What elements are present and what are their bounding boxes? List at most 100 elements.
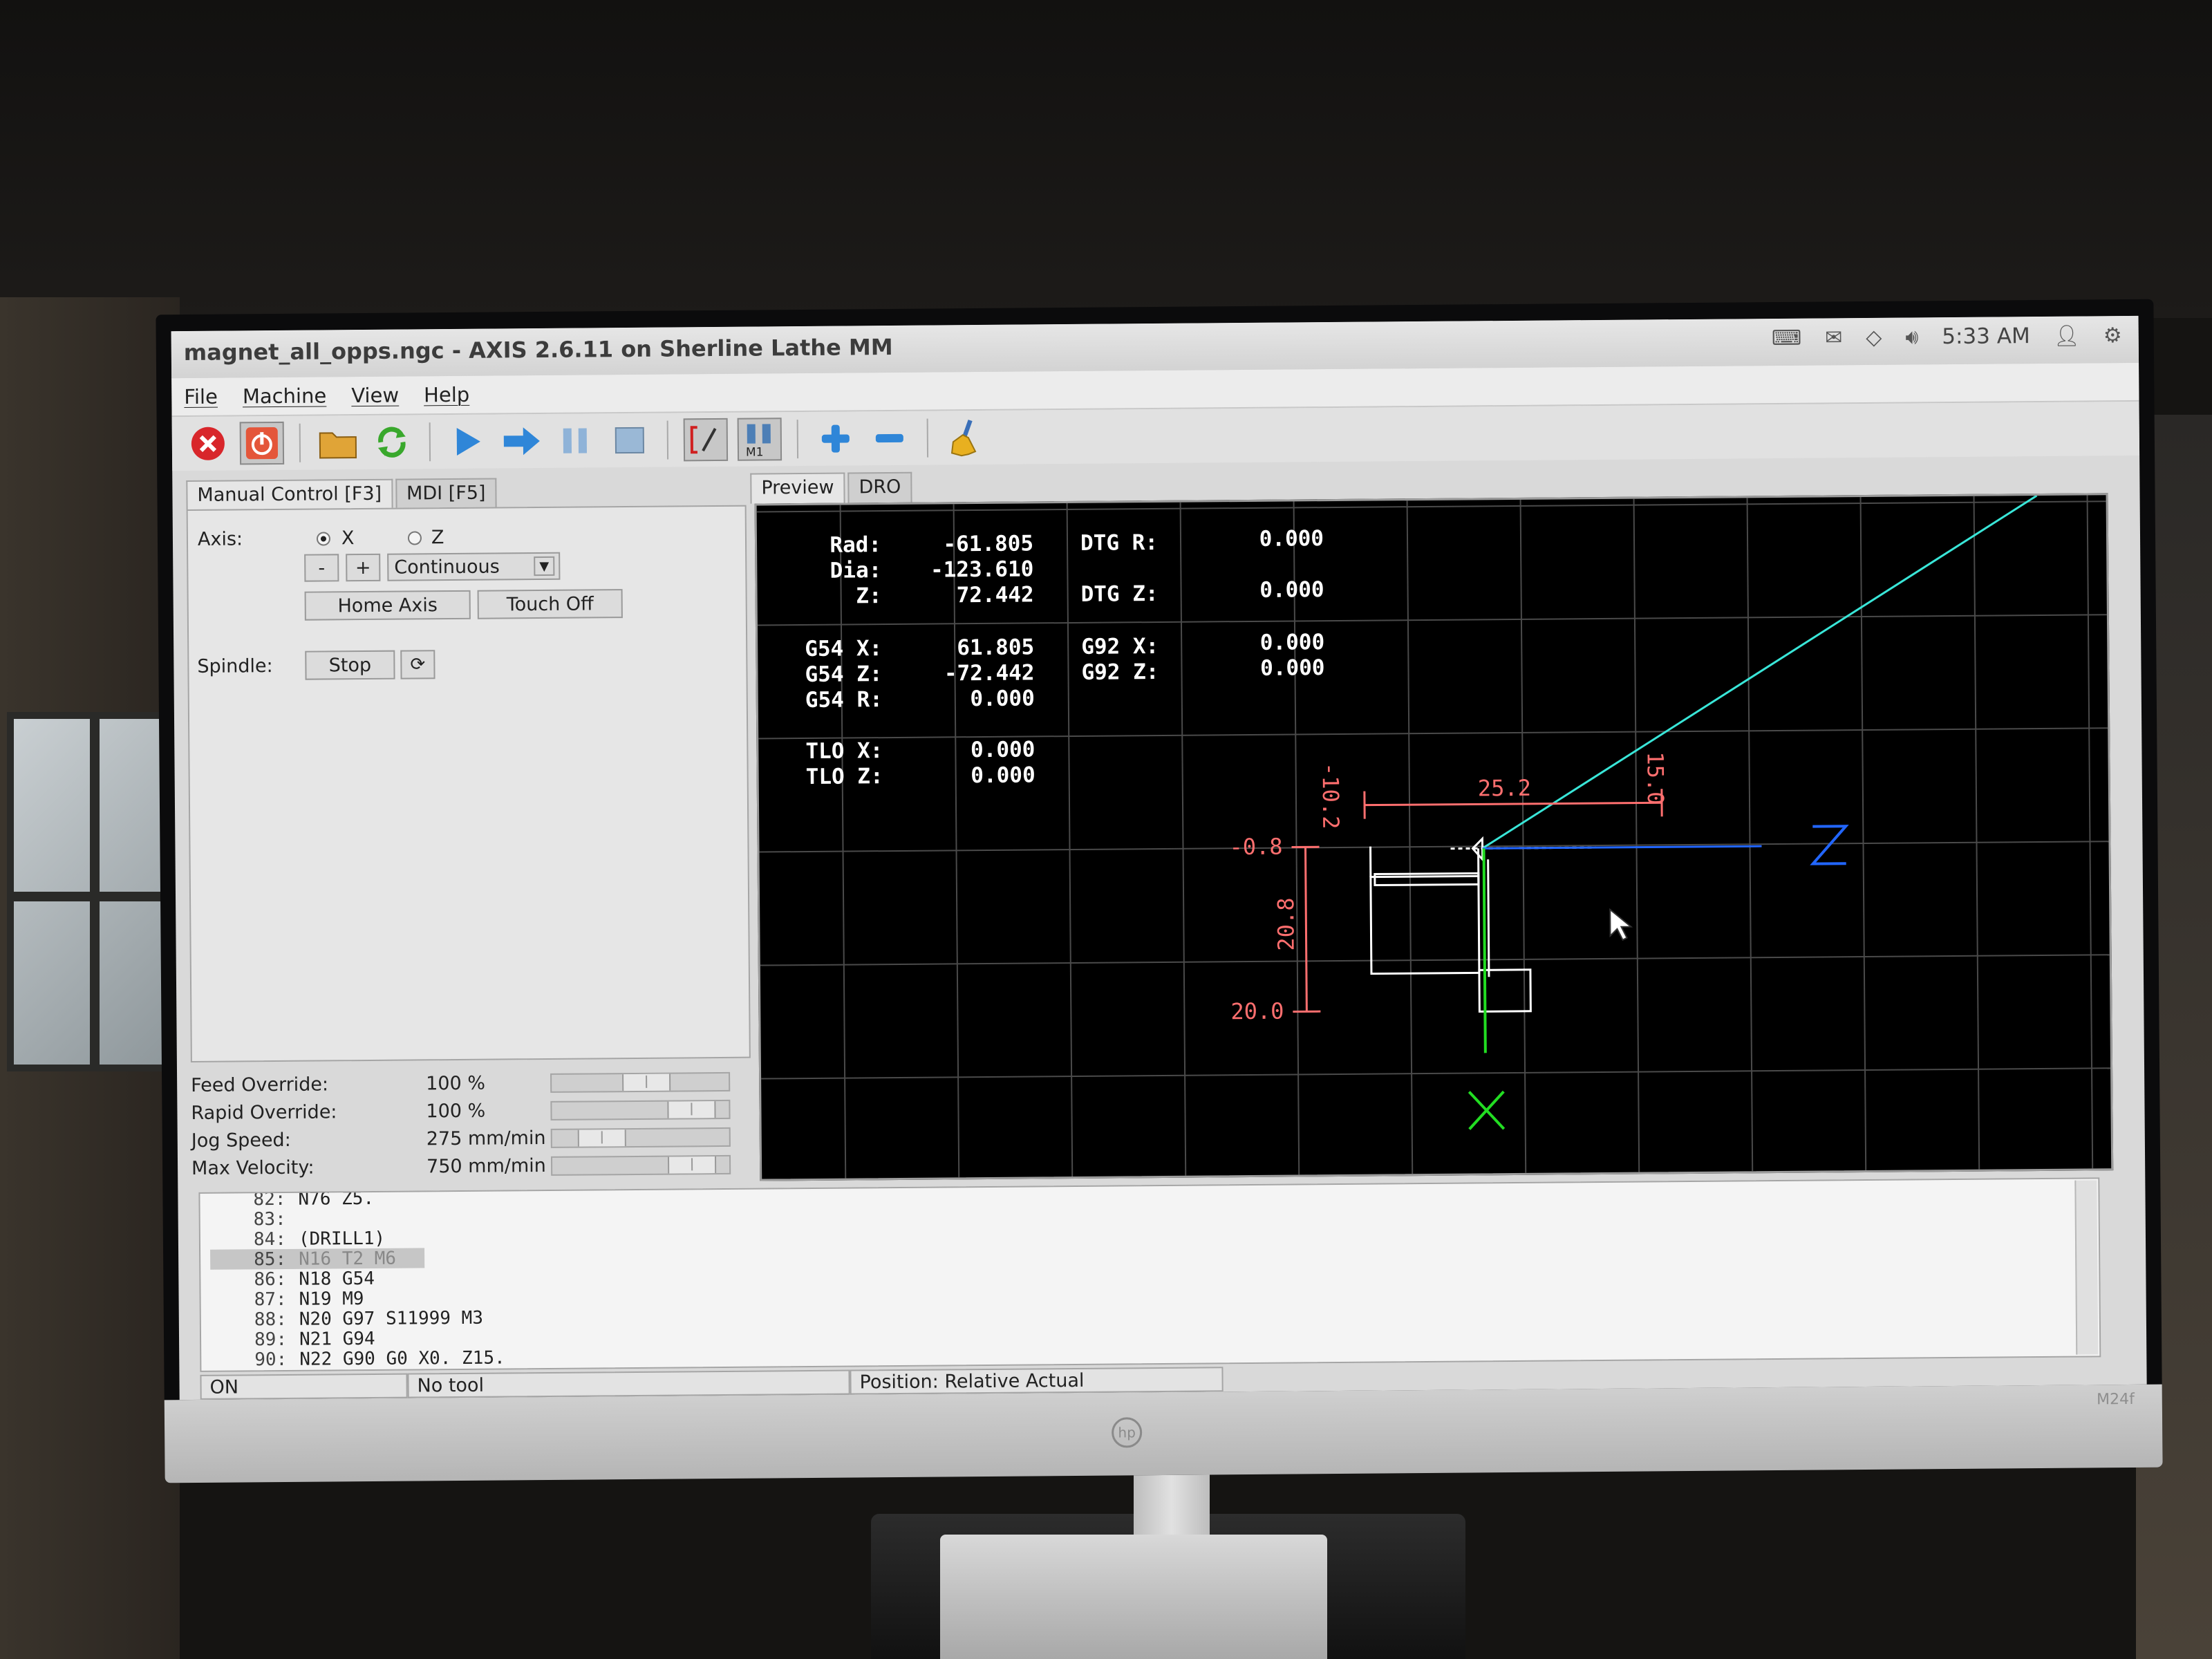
menu-file[interactable]: File — [184, 385, 218, 409]
toolbar-separator — [666, 420, 669, 460]
dim-left-top: -10.2 — [1317, 762, 1344, 830]
part-outline — [1478, 968, 1532, 1013]
manual-control-panel: Axis: X Z - + Continuous ▼ Home Axis Tou… — [186, 505, 751, 1063]
jog-minus-button[interactable]: - — [304, 554, 339, 582]
gcode-line[interactable]: 87: N19 M9 — [210, 1288, 364, 1310]
position-mode: Position: Relative Actual — [850, 1367, 1224, 1395]
dro-g54x: 61.805 — [957, 635, 1035, 661]
touch-off-button[interactable]: Touch Off — [477, 589, 623, 619]
spindle-stop-button[interactable]: Stop — [305, 650, 395, 680]
dro-g92x: 0.000 — [1259, 630, 1325, 655]
max-velocity-row: Max Velocity: 750 mm/min — [191, 1151, 751, 1183]
override-sliders: Feed Override: 100 % Rapid Override: 100… — [191, 1068, 751, 1197]
spindle-brake-toggle[interactable]: ⟳ — [400, 650, 435, 679]
menu-view[interactable]: View — [351, 384, 399, 408]
clear-plot-icon[interactable] — [944, 416, 988, 460]
gcode-line[interactable]: 86: N18 G54 — [210, 1268, 375, 1290]
tab-preview[interactable]: Preview — [750, 472, 845, 504]
menu-help[interactable]: Help — [424, 383, 469, 407]
gcode-scrollbar[interactable] — [2074, 1180, 2099, 1355]
chevron-down-icon: ▼ — [534, 556, 555, 577]
gcode-line[interactable]: 82: N76 Z5. — [209, 1188, 374, 1210]
keyboard-icon[interactable]: ⌨ — [1772, 326, 1802, 350]
monitor-chin: hp M24f — [164, 1384, 2163, 1483]
feed-override-label: Feed Override: — [191, 1074, 329, 1097]
user-icon[interactable]: 👤︎ — [2054, 324, 2080, 348]
gcode-line[interactable]: 84: (DRILL1) — [210, 1228, 385, 1250]
jog-plus-button[interactable]: + — [346, 553, 381, 582]
axis-z-label: Z — [431, 527, 444, 549]
dro-tloz: 0.000 — [971, 762, 1035, 789]
rapid-override-label: Rapid Override: — [191, 1101, 337, 1125]
dro-g54r-label: G54 R: — [805, 687, 883, 713]
feed-override-value: 100 % — [426, 1072, 486, 1095]
rapid-override-slider[interactable] — [550, 1099, 731, 1121]
gcode-listing[interactable]: 82: N76 Z5. 83: 84: (DRILL1) 85: N16 T2 M6 … — [198, 1177, 2101, 1372]
zoom-in-icon[interactable] — [814, 417, 858, 460]
run-icon[interactable] — [446, 420, 490, 464]
feed-override-slider[interactable] — [550, 1071, 731, 1093]
menu-machine[interactable]: Machine — [243, 384, 327, 408]
left-panel: Manual Control [F3] MDI [F5] Axis: X Z -… — [186, 476, 751, 1179]
dro-dtg-r-label: DTG R: — [1080, 530, 1159, 556]
axis-z-radio[interactable] — [407, 531, 422, 545]
max-velocity-slider[interactable] — [550, 1154, 731, 1176]
stop-icon[interactable] — [608, 419, 652, 462]
dim-x-bottom: 20.0 — [1230, 997, 1284, 1025]
dro-g92z-label: G92 Z: — [1081, 659, 1159, 685]
tab-dro[interactable]: DRO — [847, 471, 912, 503]
block-delete-icon[interactable] — [683, 418, 729, 462]
dro-g54x-label: G54 X: — [805, 636, 883, 662]
dim-width: 25.2 — [1477, 774, 1532, 802]
dro-g54z-label: G54 Z: — [805, 662, 883, 688]
step-icon[interactable] — [500, 420, 544, 463]
slider-thumb[interactable] — [622, 1074, 671, 1091]
gcode-line[interactable]: 89: N21 G94 — [211, 1329, 375, 1350]
window-title: magnet_all_opps.ngc - AXIS 2.6.11 on She… — [183, 334, 893, 366]
open-file-icon[interactable] — [316, 421, 360, 465]
clock[interactable]: 5:33 AM — [1942, 324, 2030, 349]
gcode-line[interactable]: 83: — [210, 1209, 299, 1230]
power-icon[interactable] — [239, 421, 285, 465]
gcode-line[interactable]: 88: N20 G97 S11999 M3 — [211, 1308, 483, 1331]
x-axis-line — [1482, 848, 1487, 1053]
svg-text:M1: M1 — [746, 445, 764, 457]
reload-icon[interactable] — [370, 420, 414, 464]
jog-mode-select[interactable]: Continuous ▼ — [387, 552, 561, 581]
toolbar-separator — [926, 418, 929, 458]
home-axis-button[interactable]: Home Axis — [304, 590, 471, 621]
mouse-cursor-icon — [1609, 908, 1633, 941]
z-axis-letter-icon — [1810, 825, 1849, 865]
desk-paper — [940, 1535, 1327, 1659]
dro-dtg-z-label: DTG Z: — [1080, 581, 1159, 607]
tab-mdi[interactable]: MDI [F5] — [395, 478, 497, 508]
pause-icon[interactable] — [554, 419, 598, 462]
gcode-line-selected[interactable]: 85: N16 T2 M6 — [210, 1248, 425, 1270]
dro-tlox-label: TLO X: — [805, 738, 883, 765]
part-outline — [1369, 874, 1481, 975]
zoom-out-icon[interactable] — [868, 417, 912, 460]
tab-manual-control[interactable]: Manual Control [F3] — [186, 478, 393, 510]
slider-thumb[interactable] — [667, 1156, 717, 1174]
preview-canvas[interactable]: -10.2 25.2 15.0 -0.8 20.8 20.0 Rad: -61.… — [754, 493, 2114, 1181]
part-outline — [1487, 859, 1490, 977]
jog-mode-value: Continuous — [394, 555, 500, 579]
volume-icon[interactable]: 🔊︎ — [1905, 325, 1918, 349]
dim-height: 20.8 — [1273, 897, 1300, 951]
slider-thumb[interactable] — [667, 1101, 716, 1118]
width-dimension-line — [1365, 801, 1662, 807]
slider-thumb[interactable] — [577, 1130, 626, 1147]
optional-stop-icon[interactable]: M1 — [737, 418, 782, 461]
wifi-icon[interactable]: ◇ — [1866, 325, 1882, 349]
toolbar-separator — [429, 422, 431, 462]
height-dimension-line — [1304, 847, 1308, 1012]
axis-x-radio[interactable] — [316, 532, 331, 546]
gear-icon[interactable]: ⚙ — [2103, 324, 2122, 348]
jog-speed-row: Jog Speed: 275 mm/min — [191, 1123, 751, 1155]
tool-status: No tool — [407, 1369, 850, 1398]
dro-dtg-r: 0.000 — [1259, 526, 1324, 552]
mail-icon[interactable]: ✉ — [1825, 326, 1842, 350]
estop-icon[interactable] — [186, 422, 230, 466]
gcode-line[interactable]: 90: N22 G90 G0 X0. Z15. — [211, 1347, 505, 1370]
jog-speed-slider[interactable] — [550, 1127, 731, 1148]
